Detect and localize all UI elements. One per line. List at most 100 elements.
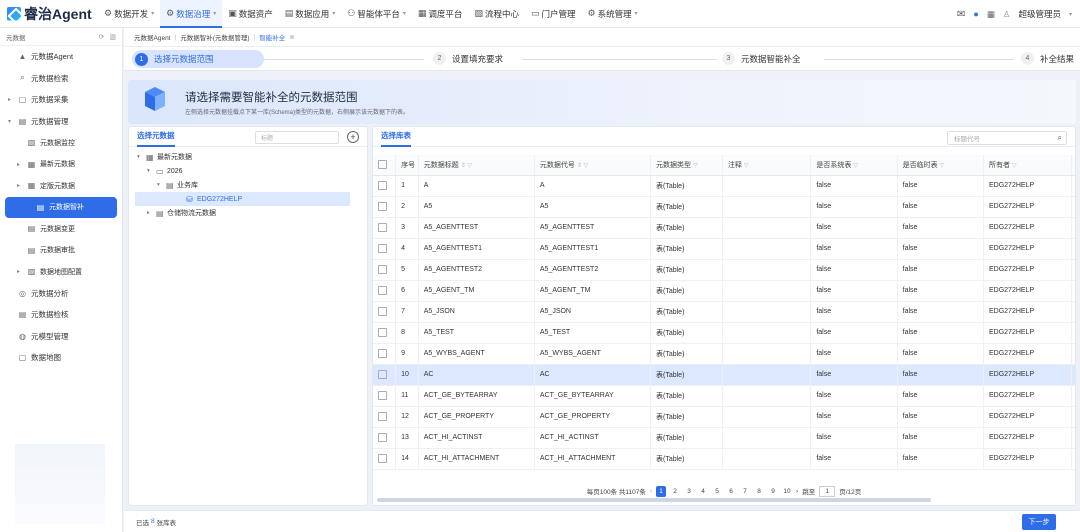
sidebar-item[interactable]: ▸ ▨ 数据地图配置 bbox=[0, 261, 122, 283]
sidebar-item[interactable]: ▤ 元数据智补 bbox=[5, 196, 117, 218]
app-logo[interactable]: 睿治Agent bbox=[0, 4, 98, 24]
filter-icon[interactable]: ▽ bbox=[744, 163, 749, 169]
table-row[interactable]: 7 A5_JSON A5_JSON 表(Table) false false EDG272H… bbox=[373, 301, 1075, 323]
step-3[interactable]: 3 元数据智能补全 bbox=[722, 52, 801, 65]
nav-item[interactable]: ⚙ 数据开发 ▾ bbox=[98, 0, 160, 28]
table-search-input[interactable]: 标题代号 ⌕ bbox=[947, 131, 1067, 145]
next-page-icon[interactable]: › bbox=[796, 488, 798, 495]
sidebar-item[interactable]: ▸ ▦ 定版元数据 bbox=[0, 175, 122, 197]
sidebar-item[interactable]: ◍ 元模型管理 bbox=[0, 326, 122, 348]
column-header[interactable]: 元数据类型 ▽ bbox=[650, 155, 723, 176]
table-row[interactable]: 3 A5_AGENTTEST A5_AGENTTEST 表(Table) false fa… bbox=[373, 217, 1075, 239]
nav-item[interactable]: ⚙ 系统管理 ▾ bbox=[582, 0, 644, 28]
row-checkbox[interactable] bbox=[378, 433, 387, 442]
breadcrumb-item[interactable]: 元数据智补(元数据管理) bbox=[180, 32, 249, 42]
refresh-icon[interactable]: ⟳ bbox=[99, 34, 105, 41]
column-header[interactable]: 元数据代号 ⇕ ▽ bbox=[534, 155, 652, 176]
step-2[interactable]: 2 设置填充要求 bbox=[433, 52, 503, 65]
tree-node[interactable]: ▾ ▦ 最新元数据 bbox=[129, 150, 367, 164]
table-row[interactable]: 9 A5_WYBS_AGENT A5_WYBS_AGENT 表(Table) false… bbox=[373, 343, 1075, 365]
page-number[interactable]: 2 bbox=[670, 486, 680, 497]
nav-item[interactable]: ▦ 调度平台 bbox=[412, 0, 469, 28]
row-checkbox[interactable] bbox=[378, 391, 387, 400]
nav-item[interactable]: ▤ 数据应用 ▾ bbox=[279, 0, 342, 28]
row-checkbox[interactable] bbox=[378, 202, 387, 211]
column-header[interactable]: 序号 bbox=[395, 155, 419, 176]
tree-search-input[interactable]: 标题 bbox=[255, 131, 339, 144]
sidebar-item[interactable]: ▸ ▢ 元数据采集 bbox=[0, 89, 122, 111]
sidebar-item[interactable]: ▸ ▦ 最新元数据 bbox=[0, 154, 122, 176]
row-checkbox[interactable] bbox=[378, 328, 387, 337]
user-name[interactable]: 超级管理员 bbox=[1018, 8, 1061, 20]
sidebar-item[interactable]: ⌕ 元数据检索 bbox=[0, 68, 122, 90]
row-checkbox[interactable] bbox=[378, 244, 387, 253]
table-row[interactable]: 2A5A5表(Table)falsefalseEDG272HELP( bbox=[373, 196, 1075, 218]
sidebar-item[interactable]: ▾ ▤ 元数据管理 bbox=[0, 111, 122, 133]
page-number[interactable]: 3 bbox=[684, 486, 694, 497]
row-checkbox[interactable] bbox=[378, 307, 387, 316]
breadcrumb-item[interactable]: 元数据Agent bbox=[134, 32, 171, 42]
table-row[interactable]: 12 ACT_GE_PROPERTY ACT_GE_PROPERTY 表(Table)… bbox=[373, 406, 1075, 428]
select-all-checkbox[interactable] bbox=[378, 160, 387, 170]
nav-item[interactable]: ▭ 门户管理 bbox=[525, 0, 582, 28]
filter-icon[interactable]: ▽ bbox=[853, 163, 858, 169]
column-header[interactable]: 是否系统表 ▽ bbox=[810, 155, 898, 176]
page-number[interactable]: 7 bbox=[740, 486, 750, 497]
tree-node[interactable]: ▾ ▤ 业务库 bbox=[129, 178, 367, 192]
sidebar-item[interactable]: ▲ 元数据Agent bbox=[0, 46, 122, 68]
table-row[interactable]: 4 A5_AGENTTEST1 A5_AGENTTEST1 表(Table) false… bbox=[373, 238, 1075, 260]
goto-input[interactable]: 1 bbox=[819, 485, 836, 497]
row-checkbox[interactable] bbox=[378, 349, 387, 358]
row-checkbox[interactable] bbox=[378, 223, 387, 232]
table-row[interactable]: 14 ACT_HI_ATTACHMENT ACT_HI_ATTACHMENT 表(Ta… bbox=[373, 448, 1075, 470]
table-row[interactable]: 10ACAC表(Table)falsefalseEDG272HELP( bbox=[373, 364, 1075, 386]
add-icon[interactable]: + bbox=[347, 131, 359, 143]
tree-node[interactable]: ⛁ EDG272HELP bbox=[135, 192, 350, 206]
breadcrumb-current[interactable]: 智能补全 bbox=[259, 32, 285, 42]
tab-select-tables[interactable]: 选择库表 bbox=[381, 127, 411, 147]
sidebar-item[interactable]: ▤ 元数据审批 bbox=[0, 240, 122, 262]
column-header[interactable]: 更 bbox=[1071, 155, 1075, 176]
chevron-down-icon[interactable]: ▾ bbox=[1069, 11, 1072, 18]
sidebar-item[interactable]: ▨ 元数据监控 bbox=[0, 132, 122, 154]
page-number[interactable]: 9 bbox=[768, 486, 778, 497]
page-number[interactable]: 1 bbox=[656, 485, 667, 497]
grid-icon[interactable]: ▦ bbox=[987, 9, 995, 20]
table-row[interactable]: 6 A5_AGENT_TM A5_AGENT_TM 表(Table) false fals… bbox=[373, 280, 1075, 302]
next-button[interactable]: 下一步 bbox=[1022, 514, 1056, 530]
notification-icon[interactable]: ✉ bbox=[957, 9, 965, 20]
sidebar-item[interactable]: ▤ 元数据变更 bbox=[0, 218, 122, 240]
tree-node[interactable]: ▾ ▭ 2026 bbox=[129, 164, 367, 178]
sort-icon[interactable]: ⇕ ▽ bbox=[461, 163, 472, 169]
column-header[interactable]: 所有者 ▽ bbox=[983, 155, 1073, 176]
filter-icon[interactable]: ▽ bbox=[940, 163, 945, 169]
info-icon[interactable]: ● bbox=[973, 9, 978, 19]
table-row[interactable]: 8 A5_TEST A5_TEST 表(Table) false false EDG272H… bbox=[373, 322, 1075, 344]
sidebar-item[interactable]: ▢ 数据地图 bbox=[0, 347, 122, 369]
nav-item[interactable]: ▣ 数据资产 bbox=[222, 0, 279, 28]
row-checkbox[interactable] bbox=[378, 181, 387, 190]
row-checkbox[interactable] bbox=[378, 454, 387, 463]
row-checkbox[interactable] bbox=[378, 370, 387, 379]
close-tab-icon[interactable]: ⊗ bbox=[289, 33, 294, 41]
table-row[interactable]: 13 ACT_HI_ACTINST ACT_HI_ACTINST 表(Table) fa… bbox=[373, 427, 1075, 449]
page-number[interactable]: 4 bbox=[698, 486, 708, 497]
tab-select-metadata[interactable]: 选择元数据 bbox=[137, 127, 175, 147]
nav-item[interactable]: ⚙ 数据治理 ▾ bbox=[160, 0, 223, 28]
table-row[interactable]: 5 A5_AGENTTEST2 A5_AGENTTEST2 表(Table) false… bbox=[373, 259, 1075, 281]
row-checkbox[interactable] bbox=[378, 286, 387, 295]
column-header[interactable]: 元数据标题 ⇕ ▽ bbox=[418, 155, 535, 176]
column-header[interactable]: 是否临时表 ▽ bbox=[897, 155, 984, 176]
filter-icon[interactable]: ▽ bbox=[693, 163, 698, 169]
filter-icon[interactable]: ▽ bbox=[1012, 163, 1017, 169]
sidebar-item[interactable]: ◎ 元数据分析 bbox=[0, 283, 122, 305]
search-icon[interactable]: ⌕ bbox=[1058, 133, 1062, 143]
nav-item[interactable]: ▧ 流程中心 bbox=[468, 0, 525, 28]
tree-node[interactable]: ▸ ▤ 仓储物流元数据 bbox=[129, 206, 367, 220]
page-number[interactable]: 5 bbox=[712, 486, 722, 497]
sidebar-item[interactable]: ▤ 元数据检核 bbox=[0, 304, 122, 326]
table-row[interactable]: 11 ACT_GE_BYTEARRAY ACT_GE_BYTEARRAY 表(Tabl… bbox=[373, 385, 1075, 407]
sort-icon[interactable]: ⇕ ▽ bbox=[577, 163, 588, 169]
collapse-icon[interactable]: ▥ bbox=[109, 34, 116, 41]
step-1[interactable]: 1 选择元数据范围 bbox=[132, 50, 264, 68]
